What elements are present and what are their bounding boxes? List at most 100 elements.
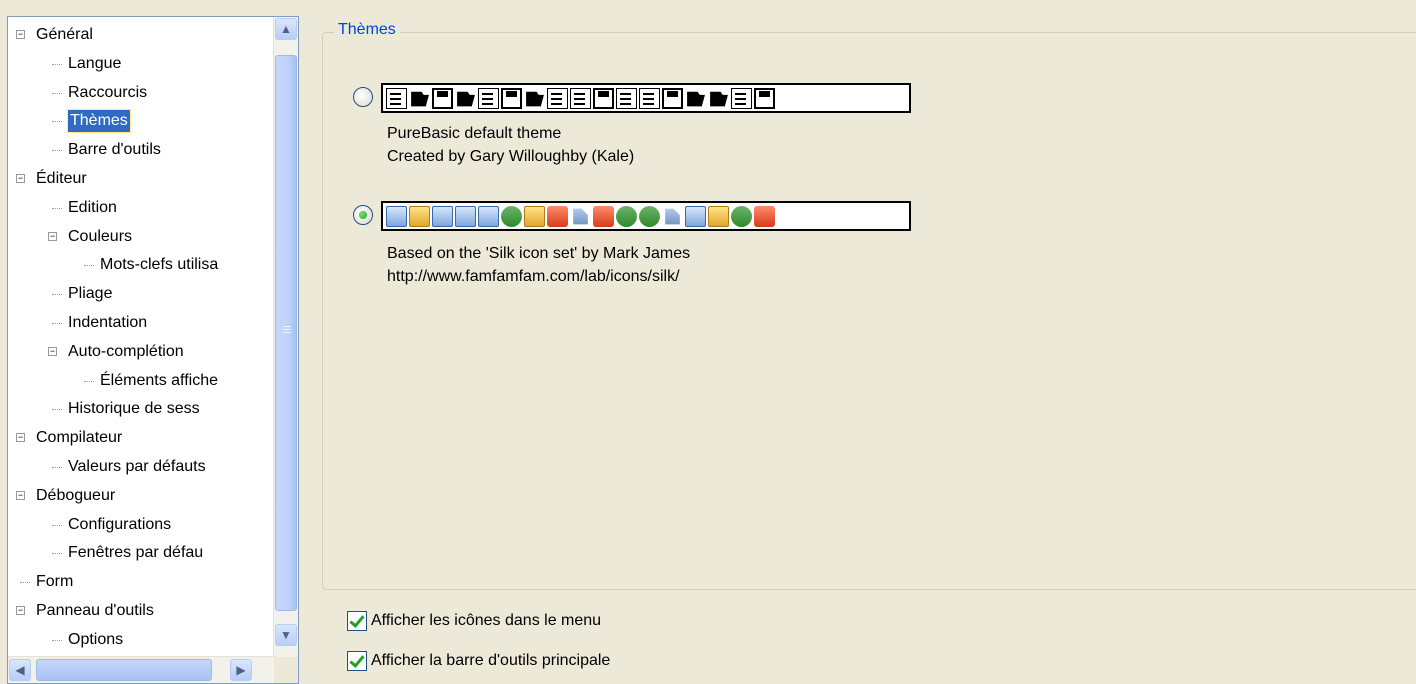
tree-item[interactable]: Langue [8, 50, 276, 79]
tree-item[interactable]: Options [8, 626, 276, 655]
tree-connector [52, 639, 62, 641]
toolbar-preview-icon [432, 205, 453, 227]
tree-item-label: Mots-clefs utilisa [100, 256, 219, 274]
toolbar-preview-icon [547, 205, 568, 227]
toolbar-preview-icon [524, 205, 545, 227]
tree-item-label: Couleurs [68, 227, 133, 245]
toolbar-preview-icon [526, 91, 544, 107]
show-toolbar-checkbox[interactable] [347, 651, 367, 671]
tree-item-label: Barre d'outils [68, 141, 161, 159]
tree-item[interactable]: − Éditeur [8, 165, 276, 194]
toolbar-preview-icon [731, 205, 752, 227]
collapse-icon[interactable]: − [16, 433, 25, 443]
tree-vertical-scrollbar[interactable]: ▲ ▼ [273, 17, 298, 657]
themes-group-title: Thèmes [334, 19, 400, 41]
tree-connector [52, 92, 62, 94]
horizontal-scroll-thumb[interactable] [36, 659, 212, 681]
tree-item-label: Historique de sess [68, 400, 200, 418]
tree-item[interactable]: Indentation [8, 309, 276, 338]
tree-item[interactable]: Mots-clefs utilisa [8, 251, 276, 280]
theme-preview-purebasic-default [381, 83, 911, 113]
toolbar-preview-icon [593, 87, 614, 109]
chevron-down-icon: ▼ [280, 628, 292, 642]
toolbar-preview-icon [662, 87, 683, 109]
tree-rows: − Général Langue Raccourcis Thèmes Barre d'ou… [8, 21, 276, 655]
tree-item[interactable]: Historique de sess [8, 395, 276, 424]
toolbar-preview-icon [639, 87, 660, 109]
vertical-scroll-thumb[interactable] [275, 55, 297, 611]
tree-connector [52, 294, 62, 296]
scroll-down-button[interactable]: ▼ [275, 624, 297, 646]
tree-item[interactable]: − Général [8, 21, 276, 50]
tree-item[interactable]: Raccourcis [8, 79, 276, 108]
tree-item[interactable]: Pliage [8, 280, 276, 309]
tree-item-label: Débogueur [36, 486, 116, 504]
tree-item[interactable]: − Auto-complétion [8, 338, 276, 367]
toolbar-preview-icon [731, 87, 752, 109]
tree-item[interactable]: − Débogueur [8, 482, 276, 511]
toolbar-preview-icon [616, 205, 637, 227]
tree-connector [52, 553, 62, 555]
scroll-up-button[interactable]: ▲ [275, 18, 297, 40]
toolbar-preview-icon [409, 205, 430, 227]
thumb-grip [283, 329, 291, 330]
collapse-icon[interactable]: − [16, 490, 25, 500]
tree-item-label: Indentation [68, 313, 148, 331]
tree-connector [84, 265, 94, 267]
thumb-grip [283, 332, 291, 333]
tree-item[interactable]: − Panneau d'outils [8, 597, 276, 626]
toolbar-preview-icon [547, 87, 568, 109]
tree-connector [52, 121, 62, 123]
tree-item[interactable]: Form [8, 568, 276, 597]
preferences-tree[interactable]: − Général Langue Raccourcis Thèmes Barre d'ou… [7, 16, 299, 684]
tree-item-label: Compilateur [36, 429, 123, 447]
scroll-left-button[interactable]: ◀ [9, 659, 31, 681]
tree-item[interactable]: Thèmes [8, 107, 276, 136]
toolbar-preview-icon [665, 208, 680, 225]
collapse-icon[interactable]: − [16, 30, 25, 39]
tree-item[interactable]: − Couleurs [8, 223, 276, 252]
tree-connector [52, 524, 62, 526]
tree-item-label: Options [68, 630, 124, 648]
toolbar-preview-icon [687, 91, 705, 107]
theme-radio-silk[interactable] [353, 205, 373, 225]
toolbar-preview-icon [386, 205, 407, 227]
toolbar-preview-icon [593, 205, 614, 227]
tree-item[interactable]: − Compilateur [8, 424, 276, 453]
chevron-up-icon: ▲ [280, 22, 292, 36]
toolbar-preview-icon [457, 91, 475, 107]
theme-description: PureBasic default theme [387, 125, 562, 142]
tree-item-label: Éditeur [36, 169, 87, 187]
tree-item[interactable]: Configurations [8, 511, 276, 540]
tree-connector [52, 322, 62, 324]
scroll-right-button[interactable]: ▶ [230, 659, 252, 681]
tree-connector [52, 466, 62, 468]
tree-item-label: Fenêtres par défau [68, 544, 204, 562]
toolbar-preview-icon [616, 87, 637, 109]
toolbar-preview-icon [432, 87, 453, 109]
tree-item-label: Langue [68, 54, 122, 72]
tree-connector [20, 582, 30, 584]
collapse-icon[interactable]: − [48, 346, 57, 356]
tree-item-label: Edition [68, 198, 117, 216]
toolbar-preview-icon [573, 208, 588, 225]
collapse-icon[interactable]: − [16, 605, 25, 615]
tree-connector [52, 150, 62, 152]
collapse-icon[interactable]: − [16, 173, 25, 183]
tree-item[interactable]: Valeurs par défauts [8, 453, 276, 482]
show-menu-icons-label[interactable]: Afficher les icônes dans le menu [371, 610, 601, 632]
tree-item[interactable]: Barre d'outils [8, 136, 276, 165]
toolbar-preview-icon [639, 205, 660, 227]
tree-item[interactable]: Éléments affiche [8, 367, 276, 396]
tree-item[interactable]: Fenêtres par défau [8, 539, 276, 568]
tree-item[interactable]: Edition [8, 194, 276, 223]
theme-radio-purebasic-default[interactable] [353, 87, 373, 107]
collapse-icon[interactable]: − [48, 231, 57, 241]
tree-horizontal-scrollbar[interactable]: ◀ ▶ [8, 656, 276, 683]
tree-connector [52, 409, 62, 411]
scrollbar-corner [274, 657, 298, 683]
toolbar-preview-icon [478, 87, 499, 109]
show-menu-icons-checkbox[interactable] [347, 611, 367, 631]
tree-connector [84, 380, 94, 382]
show-toolbar-label[interactable]: Afficher la barre d'outils principale [371, 650, 610, 672]
